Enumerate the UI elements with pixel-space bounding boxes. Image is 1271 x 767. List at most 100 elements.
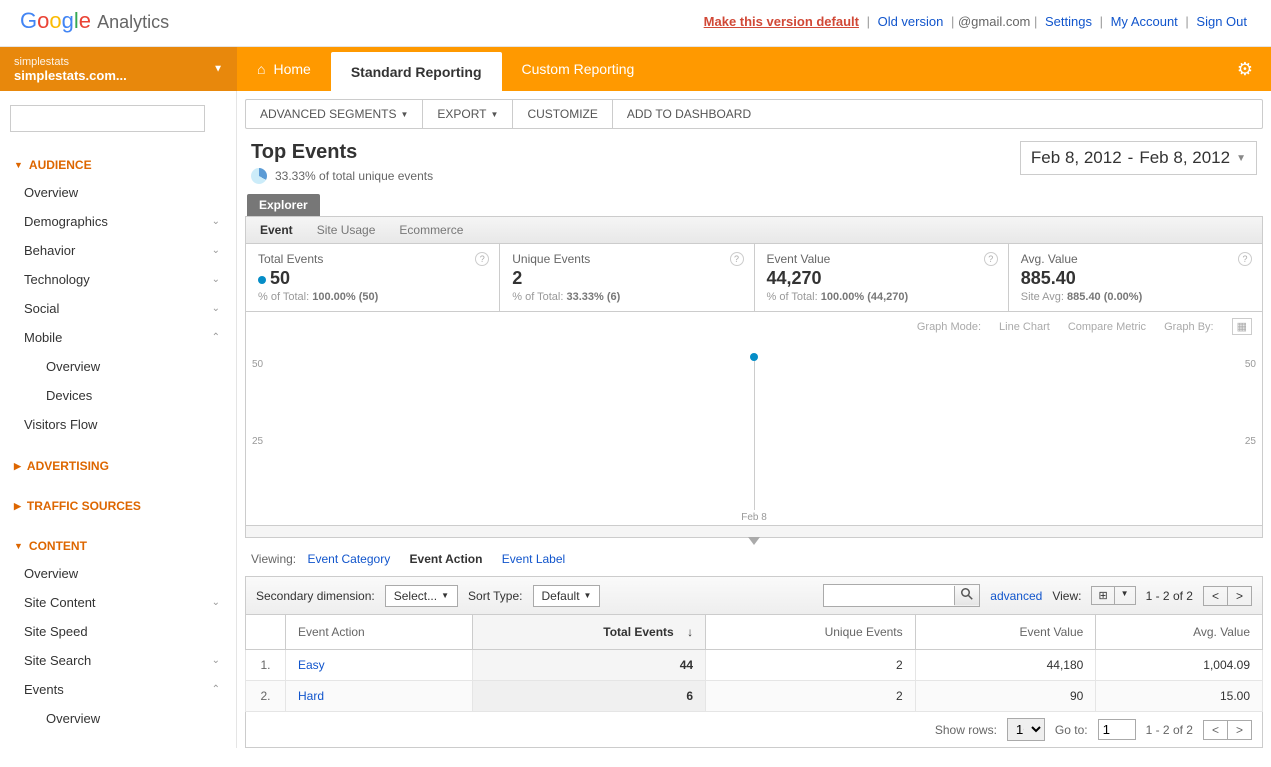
- nav-mobile-devices[interactable]: Devices: [10, 381, 226, 410]
- col-unique-events[interactable]: Unique Events: [706, 615, 916, 650]
- graph-mode-select[interactable]: Line Chart: [999, 321, 1050, 333]
- nav-social[interactable]: Social⌄: [10, 294, 226, 323]
- section-content[interactable]: ▼CONTENT: [10, 533, 226, 559]
- account-selector[interactable]: simplestats simplestats.com... ▼: [0, 47, 237, 91]
- view-event-label[interactable]: Event Label: [502, 552, 565, 566]
- chart-slider[interactable]: [245, 526, 1263, 538]
- chevron-down-icon: ⌄: [212, 597, 220, 608]
- nav-behavior[interactable]: Behavior⌄: [10, 236, 226, 265]
- old-version-link[interactable]: Old version: [878, 14, 944, 29]
- prev-page-button[interactable]: <: [1204, 587, 1228, 605]
- tab-home[interactable]: ⌂ Home: [237, 47, 331, 91]
- chevron-down-icon: ⌄: [212, 655, 220, 666]
- page-subtitle: 33.33% of total unique events: [275, 169, 433, 183]
- advanced-search-link[interactable]: advanced: [990, 589, 1042, 603]
- add-to-dashboard-button[interactable]: ADD TO DASHBOARD: [613, 100, 765, 128]
- chevron-down-icon: ⌄: [212, 274, 220, 285]
- export-button[interactable]: EXPORT ▼: [423, 100, 513, 128]
- footer-next-button[interactable]: >: [1228, 721, 1251, 739]
- tab-custom-reporting[interactable]: Custom Reporting: [502, 47, 655, 91]
- sidebar: ▼AUDIENCE Overview Demographics⌄ Behavio…: [0, 91, 237, 748]
- nav-overview[interactable]: Overview: [10, 178, 226, 207]
- nav-mobile-overview[interactable]: Overview: [10, 352, 226, 381]
- nav-site-speed[interactable]: Site Speed: [10, 617, 226, 646]
- metric-event-value[interactable]: ? Event Value 44,270 % of Total: 100.00%…: [755, 244, 1009, 311]
- table-view-icon[interactable]: ⊞: [1092, 587, 1114, 604]
- tab-standard-reporting[interactable]: Standard Reporting: [331, 52, 502, 91]
- explorer-tab[interactable]: Explorer: [247, 194, 320, 216]
- date-range-picker[interactable]: Feb 8, 2012 - Feb 8, 2012 ▼: [1020, 141, 1257, 175]
- help-icon[interactable]: ?: [984, 252, 998, 266]
- make-default-link[interactable]: Make this version default: [704, 14, 859, 29]
- chevron-down-icon[interactable]: ▼: [1115, 587, 1135, 604]
- data-table: Event Action Total Events ↓ Unique Event…: [245, 615, 1263, 712]
- account-name: simplestats: [14, 56, 223, 68]
- top-links: Make this version default | Old version …: [700, 14, 1251, 29]
- chart-slider-handle[interactable]: [748, 537, 760, 545]
- chevron-up-icon: ⌃: [212, 332, 220, 343]
- nav-site-content[interactable]: Site Content⌄: [10, 588, 226, 617]
- col-index: [246, 615, 286, 650]
- chevron-up-icon: ⌃: [212, 684, 220, 695]
- sign-out-link[interactable]: Sign Out: [1196, 14, 1247, 29]
- search-icon: [961, 588, 973, 600]
- settings-link[interactable]: Settings: [1045, 14, 1092, 29]
- nav-mobile[interactable]: Mobile⌃: [10, 323, 226, 352]
- account-domain: simplestats.com...: [14, 68, 223, 83]
- next-page-button[interactable]: >: [1228, 587, 1251, 605]
- sidebar-search[interactable]: [10, 105, 205, 132]
- customize-button[interactable]: CUSTOMIZE: [513, 100, 612, 128]
- compare-metric-button[interactable]: Compare Metric: [1068, 321, 1146, 333]
- metric-total-events[interactable]: ? Total Events 50 % of Total: 100.00% (5…: [246, 244, 500, 311]
- secondary-dimension-select[interactable]: Select...▼: [385, 585, 458, 607]
- dimension-row: Secondary dimension: Select...▼ Sort Typ…: [245, 576, 1263, 615]
- pager-info: 1 - 2 of 2: [1146, 589, 1193, 603]
- subtab-event[interactable]: Event: [260, 223, 293, 237]
- nav-visitors-flow[interactable]: Visitors Flow: [10, 410, 226, 439]
- chart-data-point[interactable]: [750, 353, 758, 361]
- col-avg-value[interactable]: Avg. Value: [1096, 615, 1263, 650]
- table-row: 2. Hard 6 2 90 15.00: [246, 681, 1263, 712]
- advanced-segments-button[interactable]: ADVANCED SEGMENTS ▼: [246, 100, 423, 128]
- chevron-down-icon: ⌄: [212, 303, 220, 314]
- section-audience[interactable]: ▼AUDIENCE: [10, 152, 226, 178]
- sort-desc-icon: ↓: [687, 625, 693, 639]
- toolbar: ADVANCED SEGMENTS ▼ EXPORT ▼ CUSTOMIZE A…: [245, 99, 1263, 129]
- footer-prev-button[interactable]: <: [1204, 721, 1228, 739]
- chevron-down-icon: ⌄: [212, 216, 220, 227]
- view-event-category[interactable]: Event Category: [307, 552, 390, 566]
- rows-per-page-select[interactable]: 10: [1007, 718, 1045, 741]
- subtab-ecommerce[interactable]: Ecommerce: [399, 223, 463, 237]
- metric-avg-value[interactable]: ? Avg. Value 885.40 Site Avg: 885.40 (0.…: [1009, 244, 1262, 311]
- view-event-action[interactable]: Event Action: [410, 552, 483, 566]
- section-advertising[interactable]: ▶ADVERTISING: [10, 453, 226, 479]
- col-event-value[interactable]: Event Value: [915, 615, 1096, 650]
- nav-technology[interactable]: Technology⌄: [10, 265, 226, 294]
- gear-icon[interactable]: ⚙: [1219, 59, 1271, 80]
- sort-type-select[interactable]: Default▼: [533, 585, 601, 607]
- help-icon[interactable]: ?: [1238, 252, 1252, 266]
- graph-by-icon[interactable]: ▦: [1232, 318, 1252, 335]
- metric-unique-events[interactable]: ? Unique Events 2 % of Total: 33.33% (6): [500, 244, 754, 311]
- table-search-button[interactable]: [954, 586, 979, 605]
- nav-content-overview[interactable]: Overview: [10, 559, 226, 588]
- subtab-site-usage[interactable]: Site Usage: [317, 223, 376, 237]
- goto-page-input[interactable]: [1098, 719, 1136, 740]
- row-link-hard[interactable]: Hard: [298, 689, 324, 703]
- chevron-down-icon: ▼: [491, 110, 499, 119]
- view-mode-selector[interactable]: ⊞▼: [1091, 586, 1135, 605]
- nav-site-search[interactable]: Site Search⌄: [10, 646, 226, 675]
- my-account-link[interactable]: My Account: [1111, 14, 1178, 29]
- tab-standard-label: Standard Reporting: [351, 64, 482, 80]
- table-search-input[interactable]: [824, 585, 954, 606]
- col-total-events[interactable]: Total Events ↓: [472, 615, 706, 650]
- nav-demographics[interactable]: Demographics⌄: [10, 207, 226, 236]
- col-event-action[interactable]: Event Action: [286, 615, 473, 650]
- nav-events[interactable]: Events⌃: [10, 675, 226, 704]
- section-traffic[interactable]: ▶TRAFFIC SOURCES: [10, 493, 226, 519]
- sidebar-search-input[interactable]: [25, 111, 202, 126]
- tab-custom-label: Custom Reporting: [522, 61, 635, 77]
- row-link-easy[interactable]: Easy: [298, 658, 325, 672]
- nav-events-overview[interactable]: Overview: [10, 704, 226, 733]
- help-icon[interactable]: ?: [730, 252, 744, 266]
